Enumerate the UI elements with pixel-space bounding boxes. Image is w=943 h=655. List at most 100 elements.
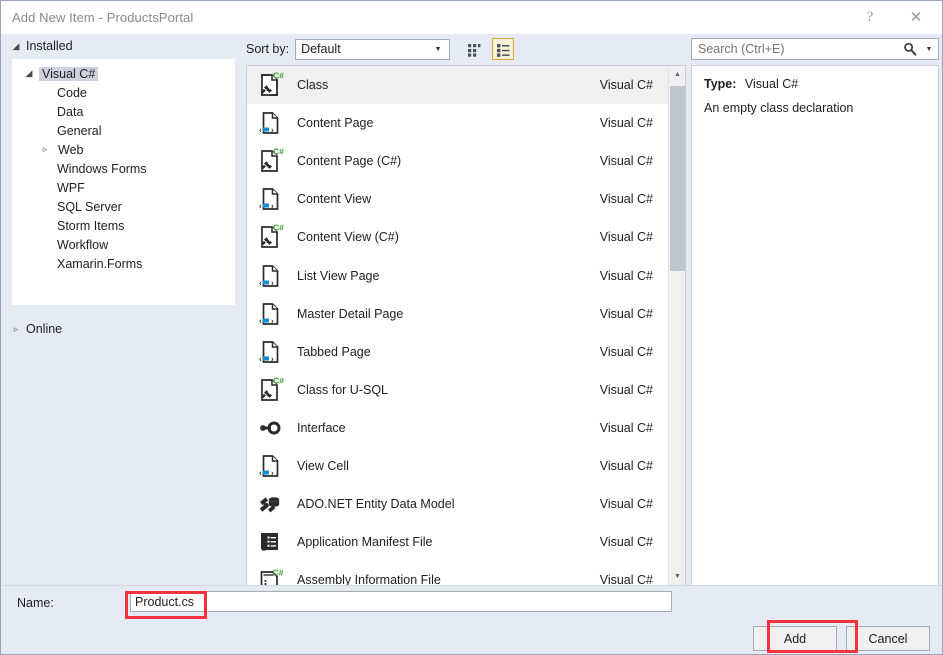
help-button[interactable]: ? xyxy=(848,1,892,33)
list-item[interactable]: ADO.NET Entity Data Model Visual C# xyxy=(247,485,669,523)
sidebar-item-label: SQL Server xyxy=(57,199,122,214)
list-item-label: Content Page xyxy=(297,116,374,131)
list-item-label: ADO.NET Entity Data Model xyxy=(297,497,455,512)
list-item-label: Content View xyxy=(297,192,372,207)
list-item-label: Content View (C#) xyxy=(297,230,399,245)
sort-by-dropdown[interactable]: Default ▼ xyxy=(295,38,451,60)
search-icon xyxy=(897,42,923,56)
list-item-label: View Cell xyxy=(297,458,349,473)
list-item-language: Visual C# xyxy=(599,535,653,550)
svg-text:C#: C# xyxy=(273,71,284,81)
sidebar-item-label: Storm Items xyxy=(57,218,125,233)
sort-by-value: Default xyxy=(301,42,341,56)
svg-text:C#: C# xyxy=(273,376,284,386)
installed-root-node[interactable]: ◢ Installed xyxy=(2,34,237,58)
sidebar-item-label: Workflow xyxy=(57,237,109,252)
list-item[interactable]: ‹ › Tabbed Page Visual C# xyxy=(247,333,669,371)
installed-tree-panel: ◢ Visual C# Code Data General ▹ Web Wind… xyxy=(12,59,235,305)
list-toolbar: Sort by: Default ▼ xyxy=(246,37,686,61)
sidebar-item-workflow[interactable]: Workflow xyxy=(12,235,235,254)
search-input[interactable] xyxy=(692,42,897,56)
chevron-down-icon: ◢ xyxy=(25,68,33,78)
list-item[interactable]: C# Class for U-SQL Visual C# xyxy=(247,371,669,409)
list-item[interactable]: ‹ › View Cell Visual C# xyxy=(247,447,669,485)
close-button[interactable]: ✕ xyxy=(894,1,938,33)
list-scrollbar[interactable]: ▲ ▼ xyxy=(668,66,685,585)
xaml-page-file-icon: ‹ › xyxy=(253,261,287,291)
list-item-language: Visual C# xyxy=(599,116,653,131)
sidebar-item-general[interactable]: General xyxy=(12,121,235,140)
list-item[interactable]: C# Assembly Information File Visual C# xyxy=(247,561,669,585)
sidebar-item-label: Web xyxy=(58,142,84,157)
title-bar: Add New Item - ProductsPortal ? ✕ xyxy=(1,1,942,34)
list-item-label: Master Detail Page xyxy=(297,306,404,321)
sidebar-item-wpf[interactable]: WPF xyxy=(12,178,235,197)
svg-text:C#: C# xyxy=(273,147,284,157)
svg-text:‹: ‹ xyxy=(259,468,262,477)
scroll-up-arrow-icon[interactable]: ▲ xyxy=(669,66,685,83)
sidebar-item-code[interactable]: Code xyxy=(12,83,235,102)
interface-lollipop-icon xyxy=(253,413,287,443)
list-item-language: Visual C# xyxy=(599,497,653,512)
online-root-node[interactable]: ▹ Online xyxy=(2,317,237,341)
chevron-down-icon: ▼ xyxy=(434,45,442,53)
detail-description: An empty class declaration xyxy=(704,101,854,115)
details-view-icon[interactable] xyxy=(492,38,515,60)
name-input[interactable] xyxy=(130,591,672,612)
sidebar-item-label: WPF xyxy=(57,180,85,195)
list-item[interactable]: C# Content View (C#) Visual C# xyxy=(247,218,669,256)
sidebar-item-storm-items[interactable]: Storm Items xyxy=(12,216,235,235)
sidebar-item-visual-csharp[interactable]: ◢ Visual C# xyxy=(12,64,235,83)
list-item[interactable]: ‹ › Content View Visual C# xyxy=(247,180,669,218)
chevron-down-icon: ◢ xyxy=(12,40,20,51)
installed-label: Installed xyxy=(26,39,73,53)
list-item[interactable]: ‹ › List View Page Visual C# xyxy=(247,256,669,294)
add-new-item-dialog: Add New Item - ProductsPortal ? ✕ ◢ Inst… xyxy=(0,0,943,655)
list-item-language: Visual C# xyxy=(599,344,653,359)
list-item-language: Visual C# xyxy=(599,154,653,169)
detail-type-label: Type: xyxy=(704,77,737,91)
scrollbar-thumb[interactable] xyxy=(670,86,685,271)
svg-text:›: › xyxy=(271,354,274,363)
sidebar-item-windows-forms[interactable]: Windows Forms xyxy=(12,159,235,178)
cancel-button[interactable]: Cancel xyxy=(846,626,930,651)
svg-text:‹: ‹ xyxy=(259,316,262,325)
template-details-panel: Type: Visual C# An empty class declarati… xyxy=(691,65,939,586)
question-mark-icon: ? xyxy=(866,8,874,25)
list-item[interactable]: C# Content Page (C#) Visual C# xyxy=(247,142,669,180)
sort-by-label: Sort by: xyxy=(246,42,290,56)
sidebar-item-web[interactable]: ▹ Web xyxy=(12,140,235,159)
chevron-down-icon[interactable]: ▼ xyxy=(923,46,935,53)
list-item[interactable]: ‹ › Master Detail Page Visual C# xyxy=(247,295,669,333)
list-item-label: Class for U-SQL xyxy=(297,382,388,397)
sidebar-item-label: General xyxy=(57,123,102,138)
search-box[interactable]: ▼ xyxy=(691,38,939,60)
list-item-language: Visual C# xyxy=(599,458,653,473)
list-item[interactable]: Application Manifest File Visual C# xyxy=(247,523,669,561)
list-item-label: Content Page (C#) xyxy=(297,154,402,169)
sidebar-item-sql-server[interactable]: SQL Server xyxy=(12,197,235,216)
sidebar-item-label: Code xyxy=(57,85,87,100)
dialog-title: Add New Item - ProductsPortal xyxy=(12,10,194,25)
sidebar-item-xamarin-forms[interactable]: Xamarin.Forms xyxy=(12,254,235,273)
list-item[interactable]: Interface Visual C# xyxy=(247,409,669,447)
add-button[interactable]: Add xyxy=(753,626,837,651)
detail-type-value: Visual C# xyxy=(744,77,799,91)
scroll-down-arrow-icon[interactable]: ▼ xyxy=(669,568,685,585)
sidebar-item-data[interactable]: Data xyxy=(12,102,235,121)
svg-text:‹: ‹ xyxy=(259,202,262,211)
sidebar-item-label: Visual C# xyxy=(39,66,99,81)
svg-text:›: › xyxy=(271,202,274,211)
svg-text:›: › xyxy=(271,468,274,477)
list-item-label: Tabbed Page xyxy=(297,344,371,359)
csharp-class-file-icon: C# xyxy=(253,375,287,405)
medium-icons-view-icon[interactable] xyxy=(463,38,485,60)
categories-sidebar: ◢ Installed ◢ Visual C# Code Data Genera… xyxy=(2,34,237,586)
list-item[interactable]: C# Class Visual C# xyxy=(247,66,669,105)
sidebar-item-label: Windows Forms xyxy=(57,161,147,176)
template-list: C# Class Visual C# ‹ › Content Page Visu… xyxy=(246,65,686,586)
list-item[interactable]: ‹ › Content Page Visual C# xyxy=(247,104,669,142)
xaml-page-file-icon: ‹ › xyxy=(253,184,287,214)
list-item-language: Visual C# xyxy=(599,78,653,93)
xaml-page-file-icon: ‹ › xyxy=(253,337,287,367)
